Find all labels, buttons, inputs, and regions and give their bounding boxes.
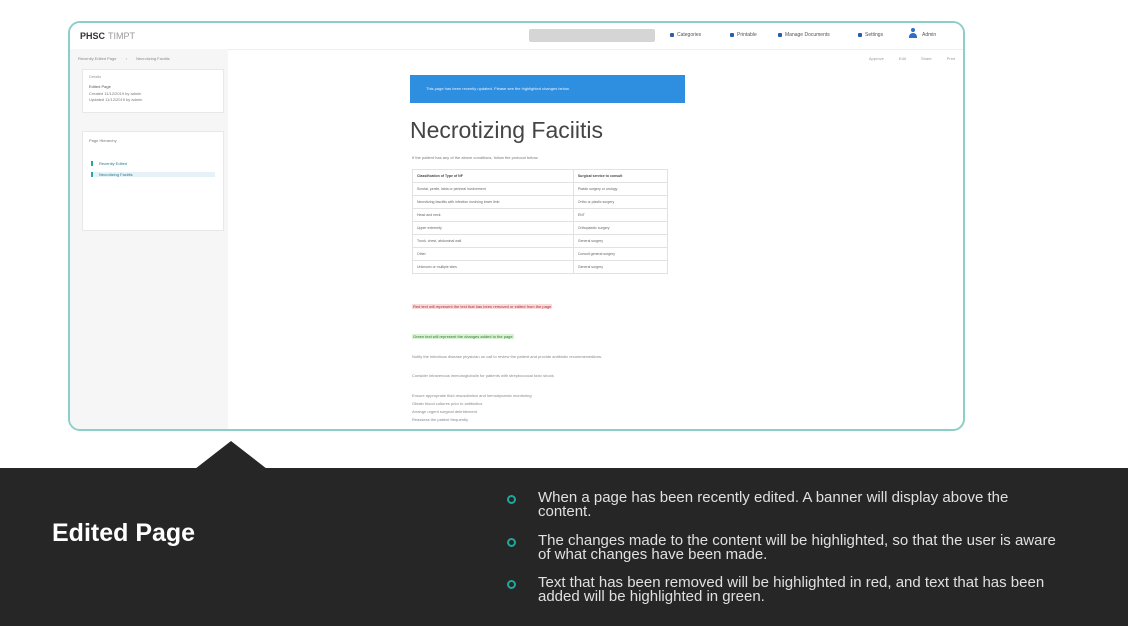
breadcrumb-item[interactable]: Necrotizing Faciitis — [136, 56, 170, 61]
page-actions: Approve Edit Share Print — [855, 56, 955, 61]
document-icon — [778, 32, 782, 37]
tree-item[interactable]: Recently Edited — [91, 161, 215, 166]
table-row: Scrotal, penile, labia or perineal invol… — [412, 182, 669, 196]
breadcrumb-item[interactable]: Recently Edited Page — [78, 56, 116, 61]
slide-bullet: When a page has been recently edited. A … — [538, 489, 1009, 520]
nav-printable[interactable]: Printable — [730, 32, 757, 38]
table-row: Classification of Type of NF Surgical ser… — [412, 169, 669, 183]
table-row: Other Consult general surgery — [412, 247, 669, 261]
details-line: Updated 11/12/2019 by admin — [89, 97, 143, 102]
callout-pointer — [195, 441, 267, 469]
app-logo[interactable]: PHSC TIMPT — [80, 31, 135, 41]
user-avatar-icon[interactable] — [909, 28, 917, 40]
print-icon — [730, 32, 734, 37]
hierarchy-card: Page Hierarchy Recently Edited Necrotizi… — [82, 131, 224, 231]
details-card: Details Edited Page Created 11/12/2019 b… — [82, 69, 224, 113]
edit-button[interactable]: Edit — [899, 56, 906, 61]
slide: PHSC TIMPT Categories Printable Manage Do… — [0, 0, 1128, 626]
table-row: Necrotizing fasciitis with infection inv… — [412, 195, 669, 209]
body-paragraph: Notify the infectious disease physician … — [412, 354, 603, 359]
table-row: Trunk, chest, abdominal wall General surg… — [412, 234, 669, 248]
removed-text-highlight: Red text will represent the text that ha… — [412, 304, 553, 309]
search-input[interactable] — [529, 29, 655, 42]
print-button[interactable]: Print — [947, 56, 955, 61]
details-header: Details — [89, 74, 102, 79]
table-row: Upper extremity Orthopaedic surgery — [412, 221, 669, 235]
nav-manage-documents[interactable]: Manage Documents — [778, 32, 830, 38]
hierarchy-header: Page Hierarchy — [89, 138, 117, 143]
recently-edited-banner: This page has been recently updated. Ple… — [410, 75, 685, 103]
approve-button[interactable]: Approve — [869, 56, 884, 61]
table-row: Unknown or multiple sites General surgery — [412, 260, 669, 274]
protocol-table: Classification of Type of NF Surgical ser… — [412, 169, 669, 274]
breadcrumb: Recently Edited Page › Necrotizing Facii… — [78, 56, 170, 61]
body-paragraph: Consider intravenous immunoglobulin for … — [412, 373, 555, 378]
nav-categories[interactable]: Categories — [670, 32, 701, 38]
list-item: Arrange urgent surgical debridement — [412, 409, 477, 414]
gear-icon — [858, 32, 862, 37]
top-navigation-bar: PHSC TIMPT Categories Printable Manage Do… — [70, 23, 963, 50]
logo-subtext: TIMPT — [108, 31, 136, 41]
list-item: Ensure appropriate fluid resuscitation a… — [412, 393, 532, 398]
page-title: Necrotizing Faciitis — [410, 117, 603, 143]
banner-text: This page has been recently updated. Ple… — [426, 86, 570, 91]
grid-icon — [670, 32, 674, 37]
added-text-highlight: Green text will represent the changes ad… — [412, 334, 514, 339]
list-item: Obtain blood cultures prior to antibioti… — [412, 401, 483, 406]
slide-heading: Edited Page — [52, 519, 196, 547]
bullet-circle-icon — [507, 495, 516, 504]
user-menu[interactable]: Admin — [922, 32, 936, 38]
table-row: Head and neck ENT — [412, 208, 669, 222]
nav-settings[interactable]: Settings — [858, 32, 883, 38]
slide-bullet: The changes made to the content will be … — [538, 532, 1056, 563]
share-button[interactable]: Share — [921, 56, 932, 61]
bullet-circle-icon — [507, 580, 516, 589]
list-item: Reassess the patient frequently — [412, 417, 469, 422]
page-intro: If the patient has any of the above cond… — [412, 155, 539, 160]
details-line: Created 11/12/2019 by admin — [89, 91, 142, 96]
details-line: Edited Page — [89, 84, 111, 89]
sidebar: Details Edited Page Created 11/12/2019 b… — [70, 49, 228, 429]
screenshot-frame: PHSC TIMPT Categories Printable Manage Do… — [68, 21, 965, 431]
tree-item-selected[interactable]: Necrotizing Faciitis — [91, 172, 215, 177]
slide-bullet: Text that has been removed will be highl… — [538, 574, 1045, 605]
bullet-circle-icon — [507, 538, 516, 547]
logo-text: PHSC — [80, 31, 106, 41]
